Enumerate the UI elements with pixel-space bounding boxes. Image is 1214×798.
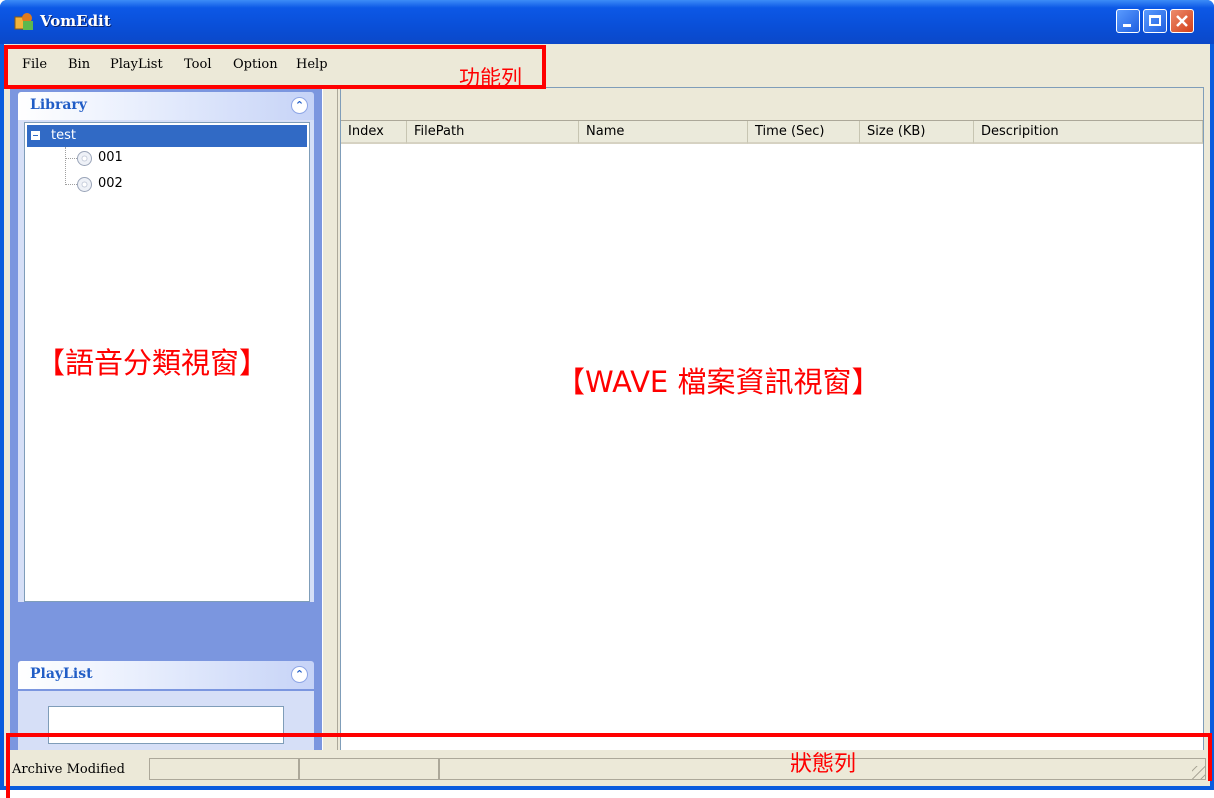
annotation-statusbar-label: 狀態列 xyxy=(790,752,857,777)
close-icon xyxy=(1176,15,1188,27)
column-header-index[interactable]: Index xyxy=(341,121,407,144)
tree-root-label: test xyxy=(51,128,76,143)
playlist-panel-header[interactable]: PlayList ⌃ xyxy=(18,661,314,689)
column-header-description[interactable]: Descripition xyxy=(974,121,1203,144)
annotation-category-window: 【語音分類視窗】 xyxy=(36,346,269,380)
annotation-wave-window: 【WAVE 檔案資訊視窗】 xyxy=(556,365,881,399)
minimize-icon xyxy=(1123,24,1131,27)
tree-line xyxy=(65,147,67,185)
column-header-size[interactable]: Size (KB) xyxy=(860,121,974,144)
disc-icon xyxy=(77,151,92,166)
tree-line xyxy=(65,158,77,159)
app-logo-icon xyxy=(14,13,33,30)
wave-list-pane[interactable]: Index FilePath Name Time (Sec) Size (KB)… xyxy=(340,87,1204,777)
column-header-name[interactable]: Name xyxy=(579,121,748,144)
maximize-button[interactable] xyxy=(1143,9,1167,33)
playlist-collapse-icon[interactable]: ⌃ xyxy=(291,666,308,683)
left-pane: Library ⌃ test 001 002 PlayList ⌃ xyxy=(10,87,322,777)
close-button[interactable] xyxy=(1170,9,1194,33)
window-title: VomEdit xyxy=(40,12,111,30)
minimize-button[interactable] xyxy=(1116,9,1140,33)
annotation-menubar-label: 功能列 xyxy=(459,66,522,90)
playlist-title: PlayList xyxy=(30,666,93,682)
list-toolstrip xyxy=(341,88,1203,121)
annotation-box-statusbar-edge xyxy=(6,733,10,798)
title-bar[interactable]: VomEdit xyxy=(0,0,1214,44)
pane-splitter[interactable] xyxy=(322,87,338,777)
library-collapse-icon[interactable]: ⌃ xyxy=(291,97,308,114)
tree-row-test[interactable]: test xyxy=(27,125,307,147)
tree-item-label[interactable]: 001 xyxy=(98,150,123,165)
column-header-time[interactable]: Time (Sec) xyxy=(748,121,860,144)
tree-line xyxy=(65,184,77,185)
client-area: File Bin PlayList Tool Option Help Libra… xyxy=(4,44,1210,786)
library-title: Library xyxy=(30,97,87,113)
column-header-filepath[interactable]: FilePath xyxy=(407,121,579,144)
collapse-node-icon[interactable] xyxy=(31,131,40,140)
maximize-icon xyxy=(1149,15,1161,26)
tree-item-label[interactable]: 002 xyxy=(98,176,123,191)
library-panel-header[interactable]: Library ⌃ xyxy=(18,92,314,120)
annotation-box-statusbar xyxy=(6,733,1212,781)
disc-icon xyxy=(77,177,92,192)
